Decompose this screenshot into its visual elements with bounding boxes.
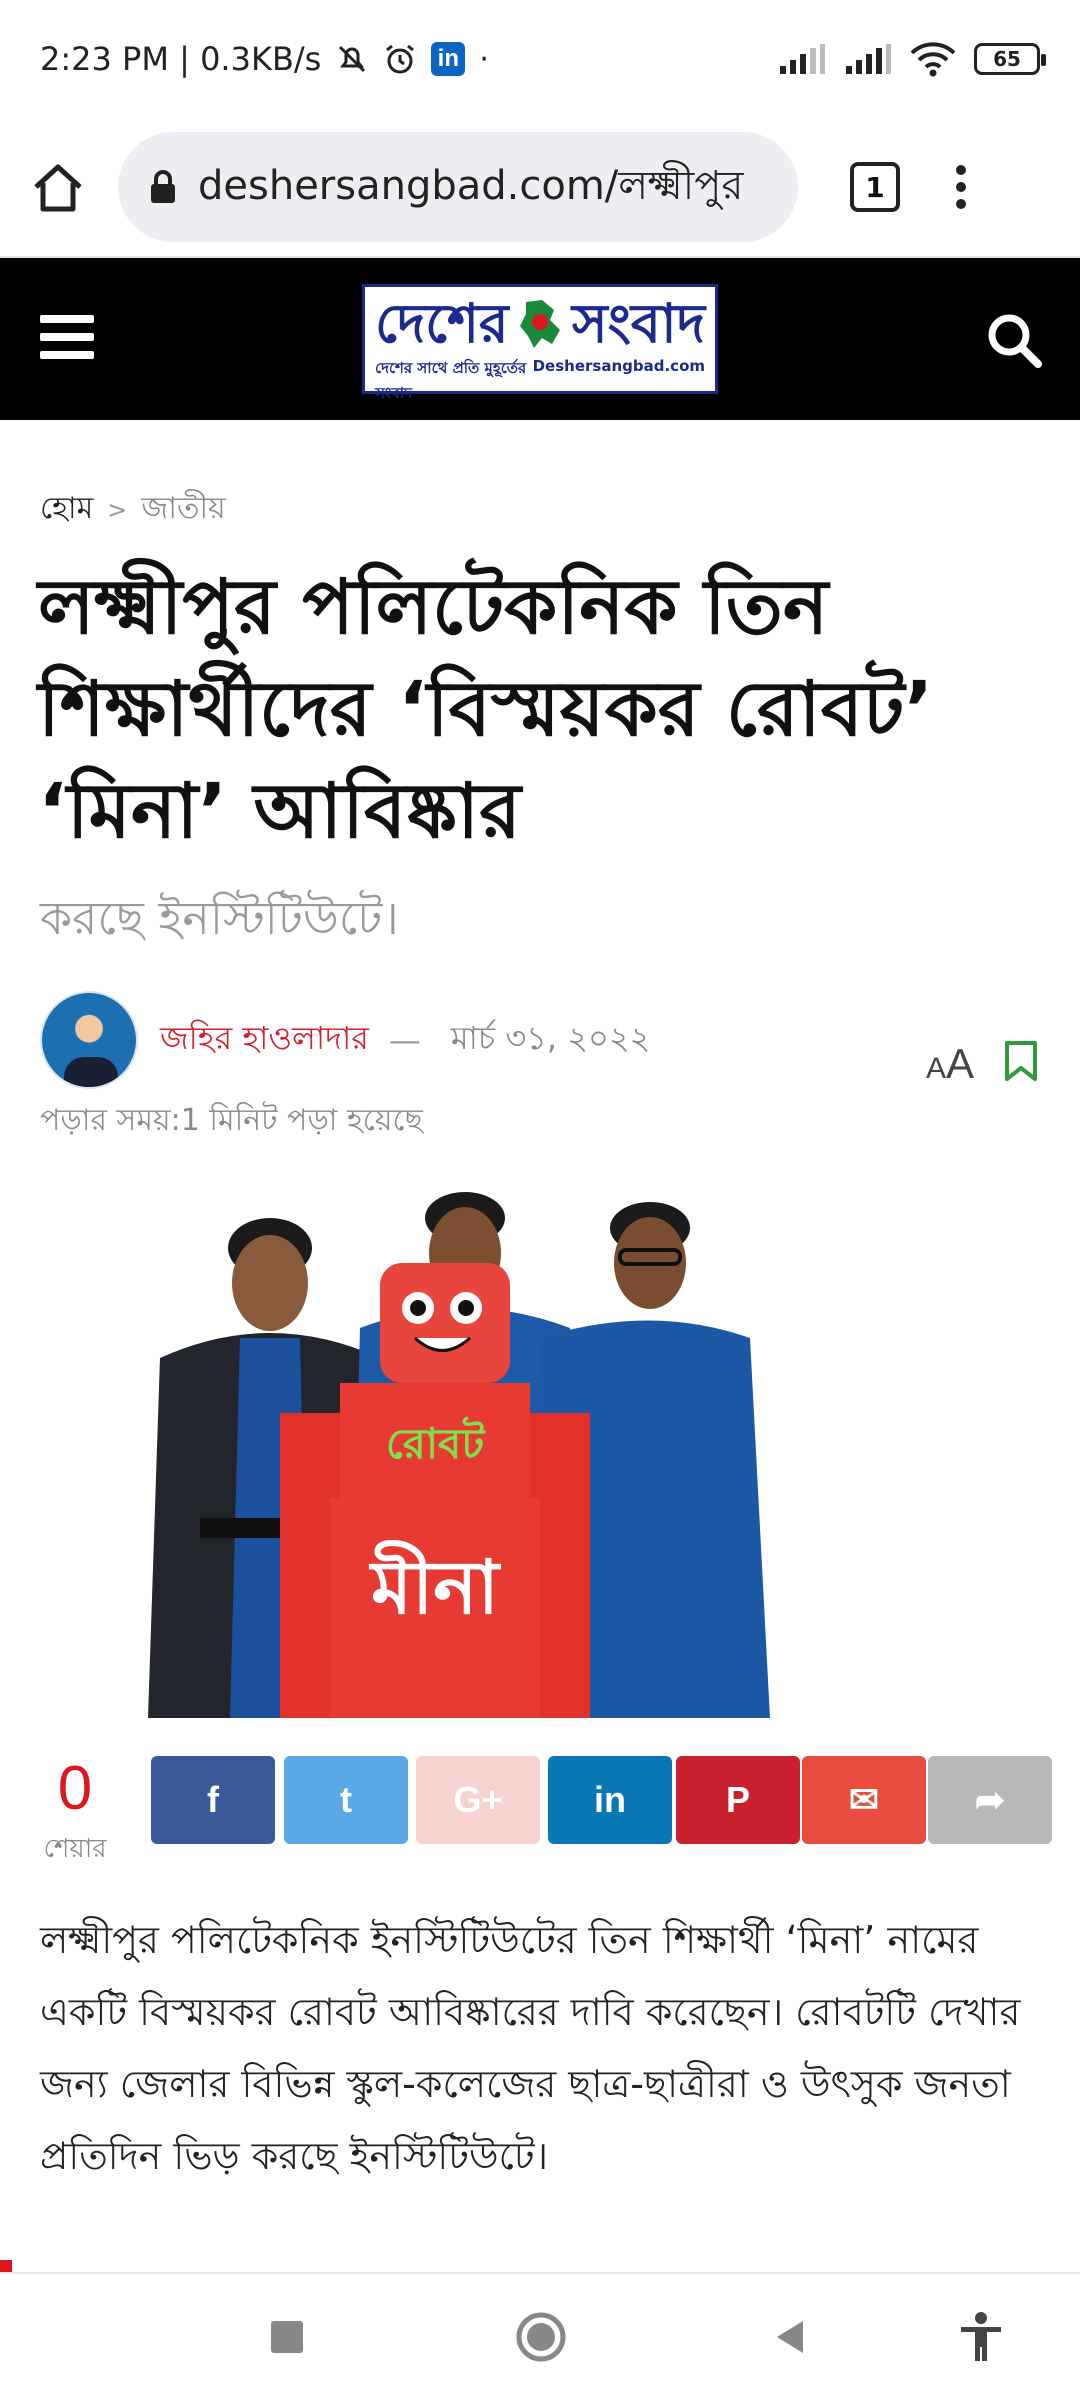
alarm-icon bbox=[386, 44, 415, 74]
bookmark-icon[interactable] bbox=[1002, 1040, 1040, 1082]
circle-icon bbox=[516, 2312, 566, 2362]
facebook-icon: f bbox=[207, 1779, 219, 1820]
google-plus-share-button[interactable]: G+ bbox=[416, 1756, 540, 1844]
featured-image-illustration: রোবট মীনা bbox=[148, 1192, 770, 1718]
reading-time: পড়ার সময়:1 মিনিট পড়া হয়েছে bbox=[40, 1103, 423, 1138]
tab-switcher-button[interactable]: 1 bbox=[850, 162, 900, 212]
pinterest-share-button[interactable]: P bbox=[676, 1756, 800, 1844]
accessibility-button[interactable] bbox=[946, 2302, 1016, 2372]
article-meta: জহির হাওলাদার — মার্চ ৩১, ২০২২ AA bbox=[40, 990, 1040, 1090]
logo-domain: Deshersangbad.com bbox=[532, 357, 705, 375]
site-header: দেশের সংবাদ দেশের সাথে প্রতি মুহূর্তের স… bbox=[0, 258, 1080, 420]
share-count-label: শেয়ার bbox=[43, 1834, 107, 1864]
twitter-share-button[interactable]: t bbox=[284, 1756, 408, 1844]
facebook-share-button[interactable]: f bbox=[151, 1756, 275, 1844]
logo-text-left: দেশের bbox=[375, 292, 509, 355]
twitter-icon: t bbox=[340, 1779, 352, 1820]
triangle-back-icon bbox=[777, 2321, 803, 2353]
email-icon: ✉ bbox=[848, 1779, 880, 1820]
bangladesh-map-icon bbox=[520, 300, 561, 348]
search-icon[interactable] bbox=[984, 310, 1044, 370]
share-arrow-icon: ➦ bbox=[974, 1779, 1006, 1820]
hamburger-menu-icon[interactable] bbox=[40, 315, 94, 359]
accessibility-icon bbox=[961, 2312, 1001, 2361]
share-count: 0 শেয়ার bbox=[40, 1756, 110, 1872]
page: 2:23 PM | 0.3KB/s in · 65 deshersangbad.… bbox=[0, 0, 1080, 2400]
breadcrumb-home-link[interactable]: হোম bbox=[40, 484, 93, 535]
more-share-button[interactable]: ➦ bbox=[928, 1756, 1052, 1844]
logo-tagline: দেশের সাথে প্রতি মুহূর্তের সংবাদ bbox=[375, 359, 527, 402]
browser-menu-button[interactable] bbox=[956, 165, 966, 209]
google-plus-icon: G+ bbox=[453, 1779, 503, 1820]
linkedin-icon: in bbox=[594, 1779, 626, 1820]
breadcrumb-separator: > bbox=[107, 495, 128, 524]
font-size-button[interactable]: AA bbox=[926, 1040, 974, 1088]
linkedin-notification-icon: in bbox=[431, 42, 466, 76]
robot-label-text: রোবট bbox=[386, 1416, 487, 1468]
breadcrumb-category-link[interactable]: জাতীয় bbox=[141, 484, 225, 535]
system-navigation-bar bbox=[0, 2272, 1080, 2400]
email-share-button[interactable]: ✉ bbox=[802, 1756, 926, 1844]
address-bar[interactable]: deshersangbad.com/লক্ষ্মীপুর bbox=[118, 132, 798, 242]
logo-text-right: সংবাদ bbox=[571, 292, 705, 355]
pinterest-icon: P bbox=[725, 1779, 750, 1820]
share-bar: 0 শেয়ার f t G+ in P ✉ ➦ bbox=[40, 1756, 1052, 1866]
home-icon[interactable] bbox=[30, 159, 86, 215]
article-subtitle: করছে ইনস্টিটিউটে। bbox=[40, 891, 399, 945]
share-count-number: 0 bbox=[57, 1754, 93, 1823]
browser-toolbar: deshersangbad.com/লক্ষ্মীপুর 1 bbox=[0, 118, 1080, 258]
site-logo[interactable]: দেশের সংবাদ দেশের সাথে প্রতি মুহূর্তের স… bbox=[362, 284, 718, 402]
signal-icon bbox=[780, 44, 825, 74]
more-notifications-dot: · bbox=[479, 41, 489, 77]
meta-separator: — bbox=[388, 1021, 421, 1059]
status-bar: 2:23 PM | 0.3KB/s in · 65 bbox=[0, 0, 1080, 118]
url-text: deshersangbad.com/লক্ষ্মীপুর bbox=[198, 162, 744, 209]
mute-bell-icon bbox=[339, 45, 366, 73]
linkedin-share-button[interactable]: in bbox=[548, 1756, 672, 1844]
lock-icon bbox=[151, 170, 175, 203]
publish-date: মার্চ ৩১, ২০২২ bbox=[450, 1019, 651, 1057]
author-name-link[interactable]: জহির হাওলাদার bbox=[160, 1013, 369, 1067]
author-avatar[interactable] bbox=[40, 991, 138, 1089]
status-time: 2:23 PM | 0.3KB/s bbox=[40, 40, 322, 78]
back-button[interactable] bbox=[756, 2302, 826, 2372]
robot-name-text: মীনা bbox=[368, 1539, 501, 1631]
home-button[interactable] bbox=[506, 2302, 576, 2372]
battery-icon: 65 bbox=[974, 43, 1046, 75]
signal-icon-2 bbox=[846, 44, 891, 74]
recent-apps-button[interactable] bbox=[252, 2302, 322, 2372]
square-icon bbox=[271, 2321, 303, 2353]
breadcrumb: হোম > জাতীয় bbox=[40, 484, 226, 535]
article-title: লক্ষ্মীপুর পলিটেকনিক তিন শিক্ষার্থীদের ‘… bbox=[38, 562, 934, 855]
featured-image[interactable]: রোবট মীনা bbox=[130, 1188, 920, 1718]
wifi-icon bbox=[910, 42, 956, 77]
partially-visible-text bbox=[0, 2258, 1080, 2272]
article-body-paragraph: লক্ষ্মীপুর পলিটেকনিক ইনস্টিটিউটের তিন শি… bbox=[40, 1918, 1021, 2178]
